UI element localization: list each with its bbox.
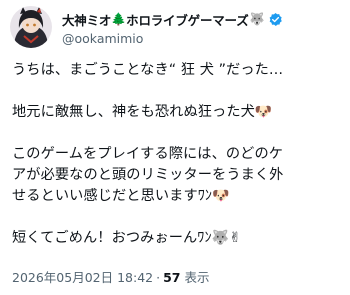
dog-icon: 🐶 — [254, 104, 273, 120]
wolf-icon: 🐺 — [249, 12, 265, 26]
verified-badge-icon — [268, 12, 283, 27]
tweet-line-1: うちは、まごうことなき“ 狂 犬 ”だった… — [12, 62, 284, 78]
timestamp[interactable]: 2026年05月02日 18:42 — [12, 270, 153, 285]
tweet-line-5: せるといい感じだと思いますﾜﾝ🐶 — [12, 186, 342, 207]
tweet-text: うちは、まごうことなき“ 狂 犬 ”だった… 地元に敵無し、神をも恐れぬ狂った犬… — [12, 60, 342, 249]
avatar[interactable] — [10, 6, 52, 48]
author-names: 大神ミオ 🌲 ホロライブゲーマーズ 🐺 @ookamimio — [62, 10, 342, 46]
display-name-row[interactable]: 大神ミオ 🌲 ホロライブゲーマーズ 🐺 — [62, 10, 342, 28]
display-name[interactable]: 大神ミオ — [62, 10, 111, 29]
tweet-line-5-text: せるといい感じだと思いますﾜﾝ — [12, 188, 213, 204]
dog-icon: 🐶 — [212, 188, 230, 204]
views-count: 57 — [163, 270, 181, 285]
tweet-line-2-text: 地元に敵無し、神をも恐れぬ狂った犬 — [12, 104, 255, 120]
views-label: 表示 — [184, 270, 210, 285]
peace-hand-icon: ✌ — [229, 230, 242, 246]
tree-icon: 🌲 — [111, 12, 127, 26]
tweet-line-3: このゲームをプレイする際には、のどのケ — [12, 146, 284, 162]
author-handle[interactable]: @ookamimio — [62, 31, 342, 46]
tweet-line-6: 短くてごめん！おつみぉーんﾜﾝ🐺✌ — [12, 228, 342, 249]
wolf-icon: 🐺 — [211, 230, 230, 246]
tweet-header: 大神ミオ 🌲 ホロライブゲーマーズ 🐺 @ookamimio — [10, 6, 340, 50]
tweet-line-6-text: 短くてごめん！おつみぉーんﾜﾝ — [12, 230, 212, 246]
separator-dot: · — [156, 270, 161, 285]
tweet-line-2: 地元に敵無し、神をも恐れぬ狂った犬🐶 — [12, 102, 342, 123]
tweet-meta: 2026年05月02日 18:42 · 57 表示 — [12, 267, 210, 286]
tweet-line-4: アが必要なのと頭のリミッターをうまく外 — [12, 167, 284, 183]
display-name-suffix[interactable]: ホロライブゲーマーズ — [126, 10, 249, 29]
